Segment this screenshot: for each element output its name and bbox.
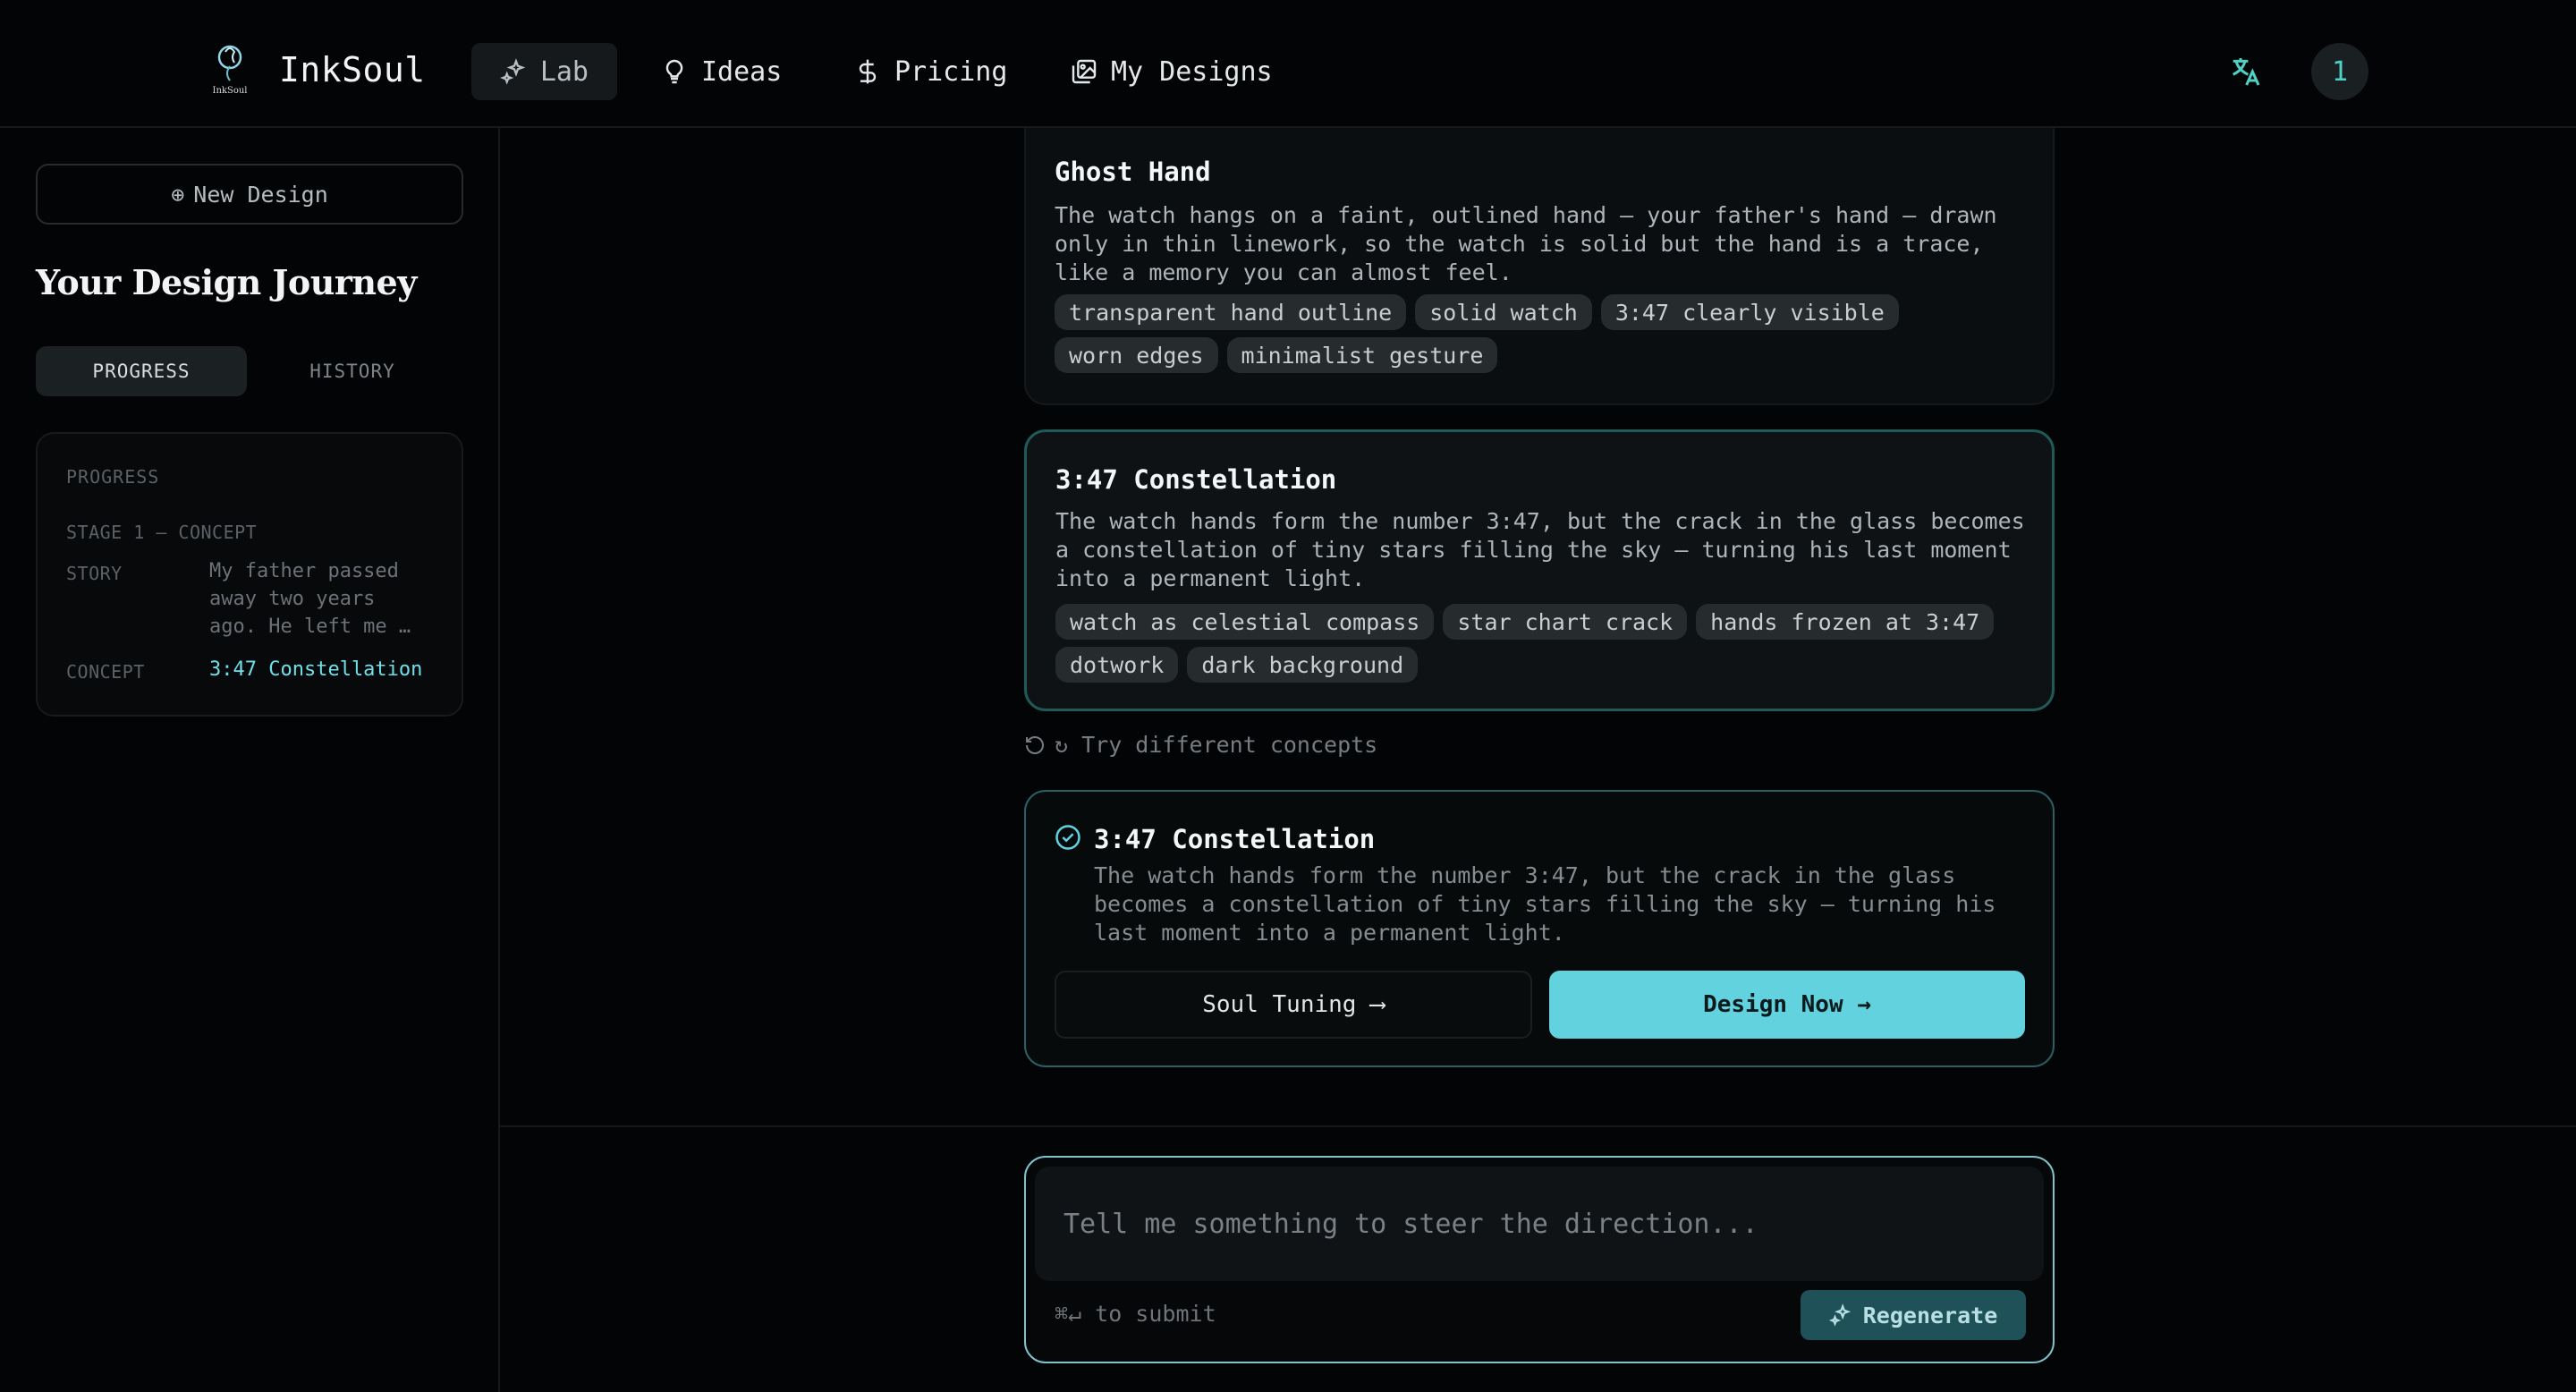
submit-hint: ⌘↵ to submit	[1055, 1301, 1216, 1327]
regenerate-label: Regenerate	[1862, 1302, 1998, 1328]
brand-name[interactable]: InkSoul	[279, 50, 426, 89]
soul-tuning-button[interactable]: Soul Tuning ⟶	[1055, 971, 1532, 1039]
nav-ideas-label: Ideas	[701, 55, 783, 88]
inksoul-logo[interactable]: InkSoul	[206, 39, 254, 97]
plus-circle-icon: ⊕	[171, 181, 185, 208]
concept-tags: watch as celestial compass star chart cr…	[1055, 604, 2030, 683]
selected-description: The watch hands form the number 3:47, bu…	[1094, 862, 1996, 946]
concept-tags: transparent hand outline solid watch 3:4…	[1055, 294, 2029, 373]
sidebar-tabs: PROGRESS HISTORY	[36, 346, 463, 396]
progress-label: PROGRESS	[66, 466, 160, 488]
design-now-button[interactable]: Design Now →	[1549, 971, 2025, 1039]
selected-title: 3:47 Constellation	[1094, 824, 1376, 854]
language-icon[interactable]	[2227, 54, 2263, 89]
story-value: My father passed away two years ago. He …	[209, 560, 411, 638]
concept-tag: worn edges	[1055, 337, 1218, 373]
concept-tag: minimalist gesture	[1226, 337, 1498, 373]
sparkles-icon	[500, 58, 526, 85]
images-icon	[1072, 59, 1097, 84]
steer-composer: ⌘↵ to submit Regenerate	[1024, 1156, 2055, 1363]
try-different-concepts-button[interactable]: ↻ Try different concepts	[1024, 732, 1377, 758]
concept-key: CONCEPT	[66, 661, 145, 683]
try-different-label: ↻ Try different concepts	[1055, 732, 1378, 758]
dollar-icon	[859, 59, 877, 84]
new-design-button[interactable]: ⊕ New Design	[36, 164, 463, 225]
concept-tag: solid watch	[1415, 294, 1592, 330]
concept-title: Ghost Hand	[1055, 157, 1211, 187]
concept-value: 3:47 Constellation	[209, 658, 423, 681]
tab-history[interactable]: HISTORY	[247, 346, 458, 396]
concept-title: 3:47 Constellation	[1055, 464, 1337, 495]
stage-label: STAGE 1 — CONCEPT	[66, 522, 258, 543]
concept-card-ghost-hand[interactable]: Ghost Hand The watch hangs on a faint, o…	[1024, 128, 2055, 405]
logo-text: InkSoul	[213, 86, 248, 96]
new-design-label: New Design	[193, 181, 328, 208]
concept-card-constellation[interactable]: 3:47 Constellation The watch hands form …	[1024, 429, 2055, 711]
nav-lab-label: Lab	[539, 55, 589, 88]
sparkles-icon	[1828, 1303, 1851, 1327]
concept-tag: hands frozen at 3:47	[1696, 604, 1995, 640]
concept-tag: 3:47 clearly visible	[1600, 294, 1899, 330]
concept-tag: watch as celestial compass	[1055, 604, 1435, 640]
concept-tag: transparent hand outline	[1055, 294, 1407, 330]
regenerate-button[interactable]: Regenerate	[1801, 1290, 2026, 1340]
journey-title: Your Design Journey	[36, 262, 417, 302]
nav-my-designs[interactable]: My Designs	[1041, 43, 1301, 100]
nav-ideas[interactable]: Ideas	[631, 43, 810, 100]
concept-tag: dotwork	[1055, 647, 1179, 683]
lightbulb-icon	[665, 59, 683, 84]
tab-progress[interactable]: PROGRESS	[36, 346, 247, 396]
sidebar: ⊕ New Design Your Design Journey PROGRES…	[0, 128, 500, 1392]
nav-pricing-label: Pricing	[894, 55, 1008, 88]
refresh-icon	[1026, 735, 1044, 754]
progress-card: PROGRESS STAGE 1 — CONCEPT STORY My fath…	[36, 432, 463, 717]
check-circle-icon	[1055, 825, 1080, 850]
concept-tag: star chart crack	[1443, 604, 1688, 640]
concept-description: The watch hands form the number 3:47, bu…	[1055, 508, 2025, 591]
nav-lab[interactable]: Lab	[471, 43, 617, 100]
top-navbar: InkSoul InkSoul Lab Ideas Pricing My Des…	[0, 0, 2576, 128]
concept-tag: dark background	[1187, 647, 1419, 683]
nav-pricing[interactable]: Pricing	[825, 43, 1036, 100]
story-key: STORY	[66, 563, 123, 584]
concept-description: The watch hangs on a faint, outlined han…	[1055, 202, 1997, 285]
steer-input[interactable]	[1035, 1167, 2044, 1281]
divider	[500, 1125, 2576, 1127]
nav-my-designs-label: My Designs	[1111, 55, 1273, 88]
selected-concept-card: 3:47 Constellation The watch hands form …	[1024, 790, 2055, 1067]
user-avatar[interactable]: 1	[2311, 43, 2368, 100]
